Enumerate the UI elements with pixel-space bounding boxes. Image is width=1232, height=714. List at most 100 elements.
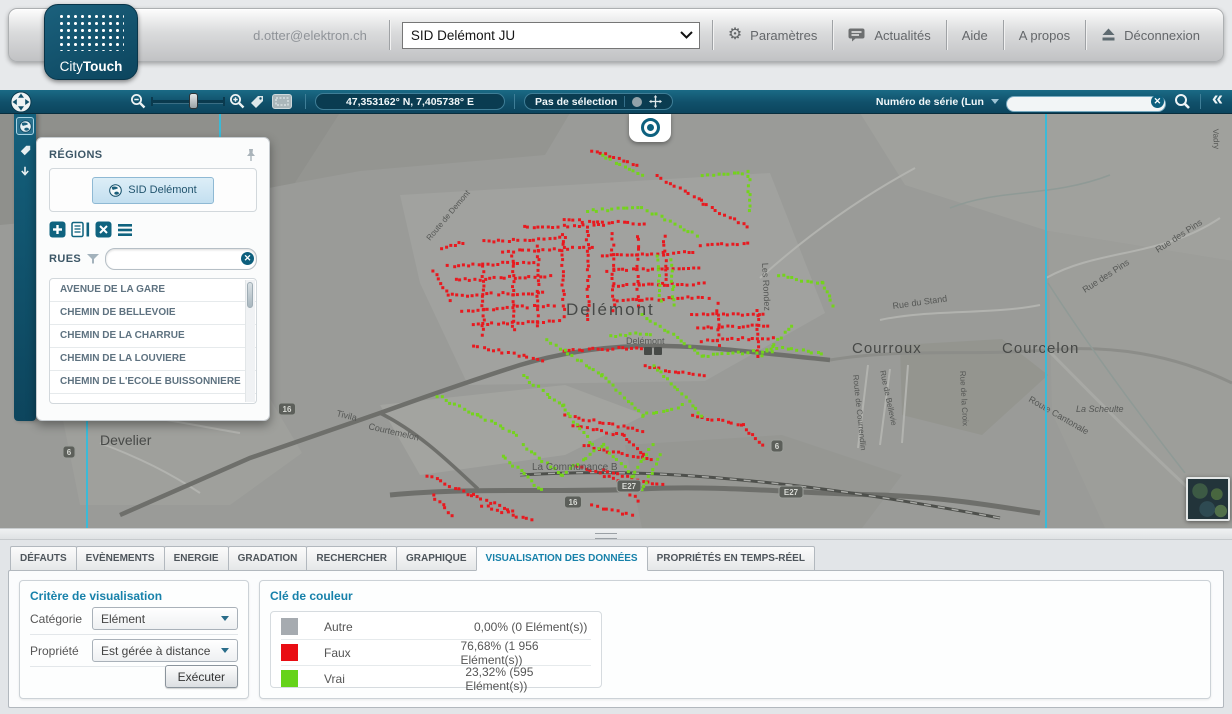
clear-search-icon[interactable]: ✕ bbox=[1151, 95, 1164, 108]
road-shield: E27 bbox=[617, 480, 641, 492]
execute-button[interactable]: Exécuter bbox=[165, 665, 238, 688]
tab-d-fauts[interactable]: DÉFAUTS bbox=[10, 546, 77, 571]
map-panel-splitter[interactable] bbox=[0, 528, 1232, 540]
map-center-marker[interactable] bbox=[629, 113, 671, 142]
zoom-slider[interactable] bbox=[151, 100, 225, 103]
selection-indicator-icon bbox=[632, 97, 642, 107]
zoom-in-icon[interactable] bbox=[229, 93, 246, 110]
project-select-value: SID Delémont JU bbox=[411, 28, 515, 43]
tab-gradation[interactable]: GRADATION bbox=[228, 546, 308, 571]
property-select-value: Est gérée à distance bbox=[101, 644, 210, 658]
tab-ev-nements[interactable]: EVÈNEMENTS bbox=[76, 546, 165, 571]
map-label: Courcelon bbox=[1002, 340, 1079, 357]
search-icon[interactable] bbox=[1174, 93, 1191, 110]
category-select-value: Elément bbox=[101, 612, 145, 626]
user-email: d.otter@elektron.ch bbox=[253, 28, 367, 43]
color-key-name: Autre bbox=[324, 620, 474, 634]
regions-panel: RÉGIONS SID Delémont bbox=[36, 137, 270, 421]
road-shield: 6 bbox=[771, 440, 783, 452]
street-row[interactable]: CHEMIN DE BELLEVOIE bbox=[50, 302, 256, 325]
tab-energie[interactable]: ENERGIE bbox=[164, 546, 229, 571]
chevron-down-icon[interactable] bbox=[991, 99, 999, 104]
tab-propri-t-s-en-temps-r-el[interactable]: PROPRIÉTÉS EN TEMPS-RÉEL bbox=[647, 546, 815, 571]
map-side-strip bbox=[14, 113, 36, 421]
region-button[interactable]: SID Delémont bbox=[92, 177, 213, 204]
tile-seam-line bbox=[219, 113, 221, 139]
rues-title: RUES bbox=[49, 253, 81, 265]
serial-search-input[interactable] bbox=[1006, 96, 1166, 112]
criteria-title: Critère de visualisation bbox=[30, 589, 238, 603]
street-row[interactable]: CHEMIN DE L'ECOLE BUISSONNIERE bbox=[50, 371, 256, 394]
add-document-icon[interactable] bbox=[49, 221, 66, 238]
tag-mode-icon[interactable] bbox=[20, 145, 31, 156]
list-menu-icon[interactable] bbox=[117, 223, 133, 237]
road-shield: E27 bbox=[779, 486, 803, 498]
delete-document-icon[interactable] bbox=[95, 221, 112, 238]
region-container: SID Delémont bbox=[49, 168, 257, 212]
satellite-preview-thumbnail[interactable] bbox=[1186, 477, 1230, 521]
drop-pin-icon[interactable] bbox=[19, 166, 31, 178]
zoom-to-selection-icon[interactable] bbox=[649, 95, 662, 108]
road-shield: 16 bbox=[565, 496, 582, 508]
color-key-box: Autre0,00% (0 Elément(s))Faux76,68% (1 9… bbox=[270, 611, 602, 688]
scrollbar-thumb[interactable] bbox=[247, 282, 253, 308]
regions-mode-button[interactable] bbox=[16, 117, 34, 135]
map-label: Vadry bbox=[1211, 129, 1221, 150]
selection-status: Pas de sélection bbox=[524, 93, 673, 110]
color-swatch bbox=[281, 644, 298, 661]
menu-item-deconnexion[interactable]: Déconnexion bbox=[1086, 9, 1215, 61]
serial-field-label[interactable]: Numéro de série (Lun bbox=[876, 96, 984, 108]
logo-dot-grid bbox=[58, 13, 124, 51]
zoom-slider-handle[interactable] bbox=[189, 93, 198, 109]
property-select[interactable]: Est gérée à distance bbox=[92, 639, 238, 662]
map-viewport[interactable]: 1616E27E2766 DevelierDelémontDelémontCou… bbox=[0, 113, 1232, 528]
menu-label: Actualités bbox=[874, 28, 930, 43]
splitter-grip[interactable] bbox=[595, 533, 617, 539]
filter-funnel-icon[interactable] bbox=[87, 254, 99, 265]
header: d.otter@elektron.ch SID Delémont JU ⚙ Pa… bbox=[0, 0, 1232, 90]
tag-icon[interactable] bbox=[250, 95, 264, 109]
toolbar-divider bbox=[514, 94, 515, 109]
pan-compass-icon[interactable] bbox=[10, 91, 32, 113]
logo-text: CityTouch bbox=[45, 59, 137, 74]
color-key-name: Faux bbox=[324, 646, 461, 660]
tab-graphique[interactable]: GRAPHIQUE bbox=[396, 546, 477, 571]
menu-item-actualites[interactable]: Actualités bbox=[833, 9, 945, 61]
chat-icon bbox=[848, 28, 866, 42]
clear-filter-icon[interactable]: ✕ bbox=[241, 252, 254, 265]
map-label: La Scheulte bbox=[1076, 404, 1124, 414]
category-label: Catégorie bbox=[30, 612, 92, 626]
rectangle-select-icon[interactable] bbox=[272, 94, 292, 109]
category-select[interactable]: Elément bbox=[92, 607, 238, 630]
street-row[interactable]: AVENUE DE LA GARE bbox=[50, 279, 256, 302]
project-select[interactable]: SID Delémont JU bbox=[402, 22, 700, 49]
street-filter-input[interactable] bbox=[114, 250, 236, 268]
color-swatch bbox=[281, 618, 298, 635]
pin-panel-icon[interactable] bbox=[245, 148, 257, 162]
map-toolbar: 47,353162° N, 7,405738° E Pas de sélecti… bbox=[0, 90, 1232, 114]
tab-visualisation-des-donn-es[interactable]: VISUALISATION DES DONNÉES bbox=[476, 546, 648, 571]
target-ring-icon bbox=[641, 118, 660, 137]
map-label: La Communance B bbox=[532, 462, 618, 473]
menu-item-parametres[interactable]: ⚙ Paramètres bbox=[713, 9, 833, 61]
svg-text:E27: E27 bbox=[784, 488, 799, 497]
street-list-scrollbar[interactable] bbox=[245, 280, 255, 402]
tile-seam-line bbox=[86, 419, 88, 528]
tab-rechercher[interactable]: RECHERCHER bbox=[306, 546, 397, 571]
menu-item-a-propos[interactable]: A propos bbox=[1004, 9, 1085, 61]
svg-text:6: 6 bbox=[775, 442, 780, 451]
bottom-dock: DÉFAUTSEVÈNEMENTSENERGIEGRADATIONRECHERC… bbox=[0, 540, 1232, 714]
menu-label: Paramètres bbox=[750, 28, 817, 43]
street-filter-field[interactable]: ✕ bbox=[105, 248, 257, 270]
zoom-out-icon[interactable] bbox=[130, 93, 147, 110]
globe-icon bbox=[109, 184, 122, 197]
street-row[interactable]: CHEMIN DE LA LOUVIERE bbox=[50, 348, 256, 371]
document-lines-icon[interactable] bbox=[71, 221, 90, 238]
menu-item-aide[interactable]: Aide bbox=[947, 9, 1003, 61]
svg-text:E27: E27 bbox=[622, 482, 637, 491]
globe-icon bbox=[19, 120, 32, 133]
street-list[interactable]: AVENUE DE LA GARECHEMIN DE BELLEVOIECHEM… bbox=[49, 278, 257, 404]
street-row[interactable]: CHEMIN DE LA CHARRUE bbox=[50, 325, 256, 348]
citytouch-app: d.otter@elektron.ch SID Delémont JU ⚙ Pa… bbox=[0, 0, 1232, 714]
collapse-panel-icon[interactable]: « bbox=[1212, 88, 1220, 111]
